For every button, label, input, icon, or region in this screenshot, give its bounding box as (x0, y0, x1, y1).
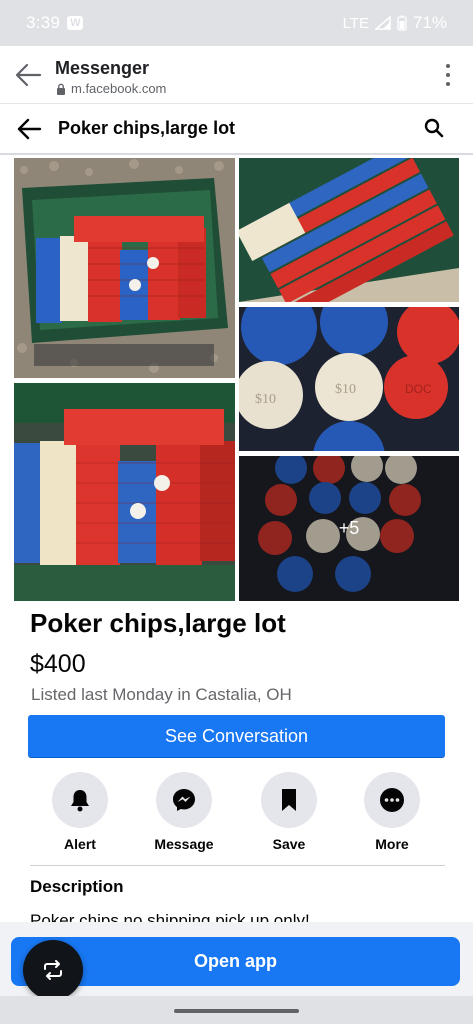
svg-text:$10: $10 (255, 392, 276, 407)
status-indicators: LTE 71% (343, 13, 447, 33)
page-header: Poker chips,large lot (0, 105, 473, 155)
more-button[interactable]: More (347, 772, 437, 852)
url-text: m.facebook.com (71, 81, 167, 96)
arrow-left-icon[interactable] (14, 62, 42, 88)
listing-photo-2[interactable] (14, 383, 235, 601)
action-row: Alert Message Save More (28, 772, 445, 854)
kebab-menu-icon[interactable] (445, 64, 451, 86)
search-icon[interactable] (423, 117, 445, 139)
signal-icon (374, 16, 391, 30)
save-button[interactable]: Save (244, 772, 334, 852)
svg-text:DOC: DOC (405, 382, 432, 396)
more-circle[interactable] (364, 772, 420, 828)
listing-photo-1[interactable] (14, 158, 235, 378)
repost-icon (44, 960, 62, 980)
arrow-left-icon[interactable] (16, 117, 42, 141)
message-label: Message (154, 836, 214, 852)
network-type: LTE (342, 14, 369, 32)
status-time: 3:39 (26, 13, 61, 32)
save-label: Save (272, 836, 306, 852)
alert-label: Alert (64, 836, 96, 852)
message-circle[interactable] (156, 772, 212, 828)
listing-meta: Listed last Monday in Castalia, OH (31, 685, 292, 704)
app-notification-badge: W (67, 16, 84, 30)
bell-icon (71, 790, 89, 812)
description-heading: Description (30, 877, 124, 896)
photo-gallery: $10 $10 DOC +5 (14, 158, 459, 601)
gesture-handle[interactable] (174, 1009, 299, 1013)
section-divider (30, 865, 445, 866)
save-circle[interactable] (261, 772, 317, 828)
browser-url: m.facebook.com (56, 81, 166, 96)
listing-price: $400 (30, 650, 86, 678)
more-photos-count[interactable]: +5 (239, 456, 459, 601)
svg-text:$10: $10 (335, 382, 356, 397)
alert-circle[interactable] (52, 772, 108, 828)
browser-title: Messenger (55, 58, 150, 78)
listing-title: Poker chips,large lot (30, 608, 286, 638)
listing-photo-5[interactable]: +5 (239, 456, 459, 601)
message-button[interactable]: Message (139, 772, 229, 852)
listing-photo-3[interactable] (239, 158, 459, 302)
repost-fab[interactable] (23, 940, 83, 1000)
more-label: More (375, 836, 409, 852)
bookmark-icon (282, 789, 296, 811)
alert-button[interactable]: Alert (35, 772, 125, 852)
status-bar: 3:39 W LTE 71% (0, 0, 473, 46)
browser-toolbar: Messenger m.facebook.com (0, 46, 473, 104)
battery-icon (397, 15, 407, 31)
messenger-icon (173, 789, 195, 811)
see-conversation-button[interactable]: See Conversation (28, 715, 445, 758)
lock-icon (57, 83, 65, 95)
listing-photo-4[interactable]: $10 $10 DOC (239, 307, 459, 451)
page-title: Poker chips,large lot (58, 118, 236, 138)
battery-percent: 71% (412, 13, 447, 32)
more-dots-icon (380, 788, 404, 812)
